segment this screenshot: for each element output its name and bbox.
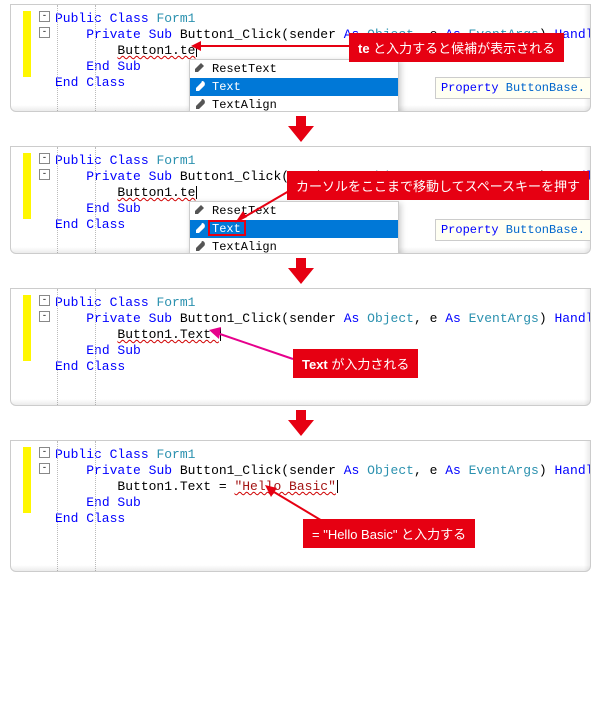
step-2-panel: - - Public Class Form1 Private Sub Butto… [10,146,591,254]
code-area[interactable]: Public Class Form1 Private Sub Button1_C… [11,447,590,527]
fold-icon[interactable]: - [39,153,50,164]
intellisense-item[interactable]: ResetText [190,60,398,78]
down-arrow-icon [0,116,601,142]
intellisense-item[interactable]: TextAlign [190,96,398,112]
fold-icon[interactable]: - [39,27,50,38]
step-3-panel: - - Public Class Form1 Private Sub Butto… [10,288,591,406]
fold-icon[interactable]: - [39,311,50,322]
intellisense-item[interactable]: TextAlign [190,238,398,254]
fold-icon[interactable]: - [39,447,50,458]
callout-label: Text が入力される [293,349,418,378]
method-icon [193,204,207,218]
property-tooltip: Property ButtonBase. [435,219,590,241]
callout-label: = "Hello Basic" と入力する [303,519,475,548]
modified-marker [23,447,31,513]
down-arrow-icon [0,410,601,436]
property-tooltip: Property ButtonBase. [435,77,590,99]
modified-marker [23,153,31,219]
intellisense-item-selected[interactable]: Text [190,78,398,96]
step-1-panel: - - Public Class Form1 Private Sub Butto… [10,4,591,112]
modified-marker [23,295,31,361]
modified-marker [23,11,31,77]
property-icon [193,80,207,94]
highlight-box [208,220,246,236]
property-icon [193,240,207,254]
property-icon [193,98,207,112]
fold-icon[interactable]: - [39,295,50,306]
property-icon [193,222,207,236]
fold-icon[interactable]: - [39,11,50,22]
callout-label: カーソルをここまで移動してスペースキーを押す [287,171,589,200]
step-4-panel: - - Public Class Form1 Private Sub Butto… [10,440,591,572]
method-icon [193,62,207,76]
intellisense-popup[interactable]: ResetText Text TextAlign TextImageRelati… [189,59,399,112]
intellisense-item[interactable]: ResetText [190,202,398,220]
fold-icon[interactable]: - [39,463,50,474]
fold-icon[interactable]: - [39,169,50,180]
down-arrow-icon [0,258,601,284]
callout-label: te と入力すると候補が表示される [349,33,564,62]
